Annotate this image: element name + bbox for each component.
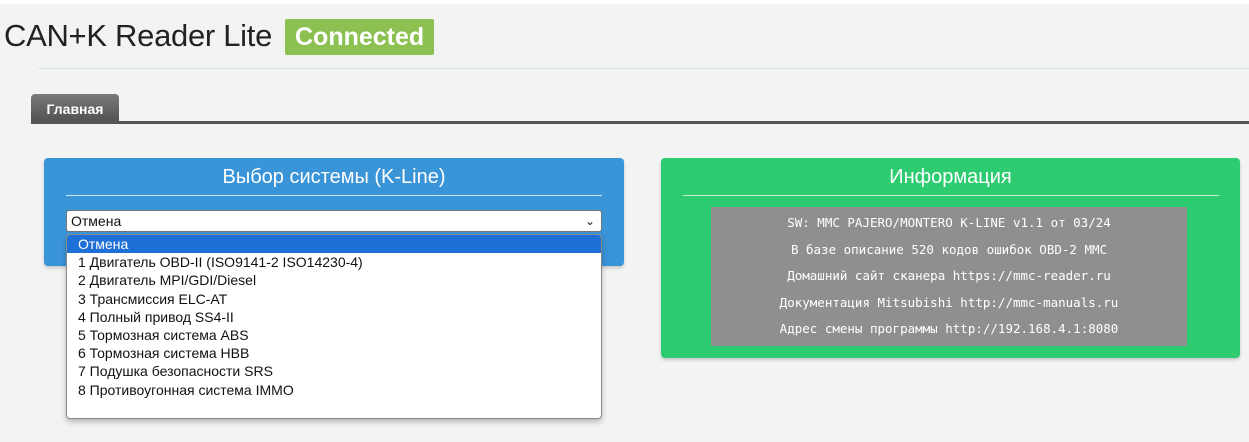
connection-status-badge: Connected — [285, 19, 435, 55]
dropdown-option-srs[interactable]: 7 Подушка безопасности SRS — [67, 362, 601, 380]
system-select-value: Отмена — [71, 213, 122, 229]
system-select-dropdown: Отмена 1 Двигатель OBD-II (ISO9141-2 ISO… — [66, 234, 602, 419]
dropdown-option-abs[interactable]: 5 Тормозная система ABS — [67, 326, 601, 344]
chevron-down-icon: ⌄ — [584, 214, 595, 228]
system-panel-divider — [66, 195, 602, 196]
dropdown-option-hbb[interactable]: 6 Тормозная система HBB — [67, 344, 601, 362]
dropdown-option-engine-mpi[interactable]: 2 Двигатель MPI/GDI/Diesel — [67, 271, 601, 289]
dropdown-option-immo[interactable]: 8 Противоугонная система IMMO — [67, 381, 601, 399]
info-line-update-address: Адрес смены программы http://192.168.4.1… — [779, 321, 1119, 336]
system-select[interactable]: Отмена ⌄ — [66, 210, 602, 232]
info-box: SW: MMC PAJERO/MONTERO K-LINE v1.1 от 03… — [711, 207, 1187, 346]
dropdown-option-transmission[interactable]: 3 Трансмиссия ELC-AT — [67, 290, 601, 308]
dropdown-option-cancel[interactable]: Отмена — [67, 235, 601, 254]
info-panel: Информация SW: MMC PAJERO/MONTERO K-LINE… — [661, 158, 1240, 358]
info-line-docs: Документация Mitsubishi http://mmc-manua… — [779, 294, 1119, 310]
info-line-software: SW: MMC PAJERO/MONTERO K-LINE v1.1 от 03… — [787, 215, 1111, 230]
tab-bar-line — [31, 121, 1249, 124]
app-title: CAN+K Reader Lite — [4, 18, 273, 53]
tab-main[interactable]: Главная — [31, 94, 119, 123]
info-line-codes: В базе описание 520 кодов ошибок OBD-2 M… — [790, 241, 1108, 257]
dropdown-option-engine-obd[interactable]: 1 Двигатель OBD-II (ISO9141-2 ISO14230-4… — [67, 253, 601, 271]
info-panel-title: Информация — [889, 166, 1012, 188]
info-line-website: Домашний сайт сканера https://mmc-reader… — [787, 268, 1111, 283]
system-panel-title: Выбор системы (K-Line) — [222, 166, 446, 188]
title-divider — [38, 68, 1249, 69]
dropdown-option-awd[interactable]: 4 Полный привод SS4-II — [67, 308, 601, 326]
info-panel-divider — [683, 195, 1219, 196]
